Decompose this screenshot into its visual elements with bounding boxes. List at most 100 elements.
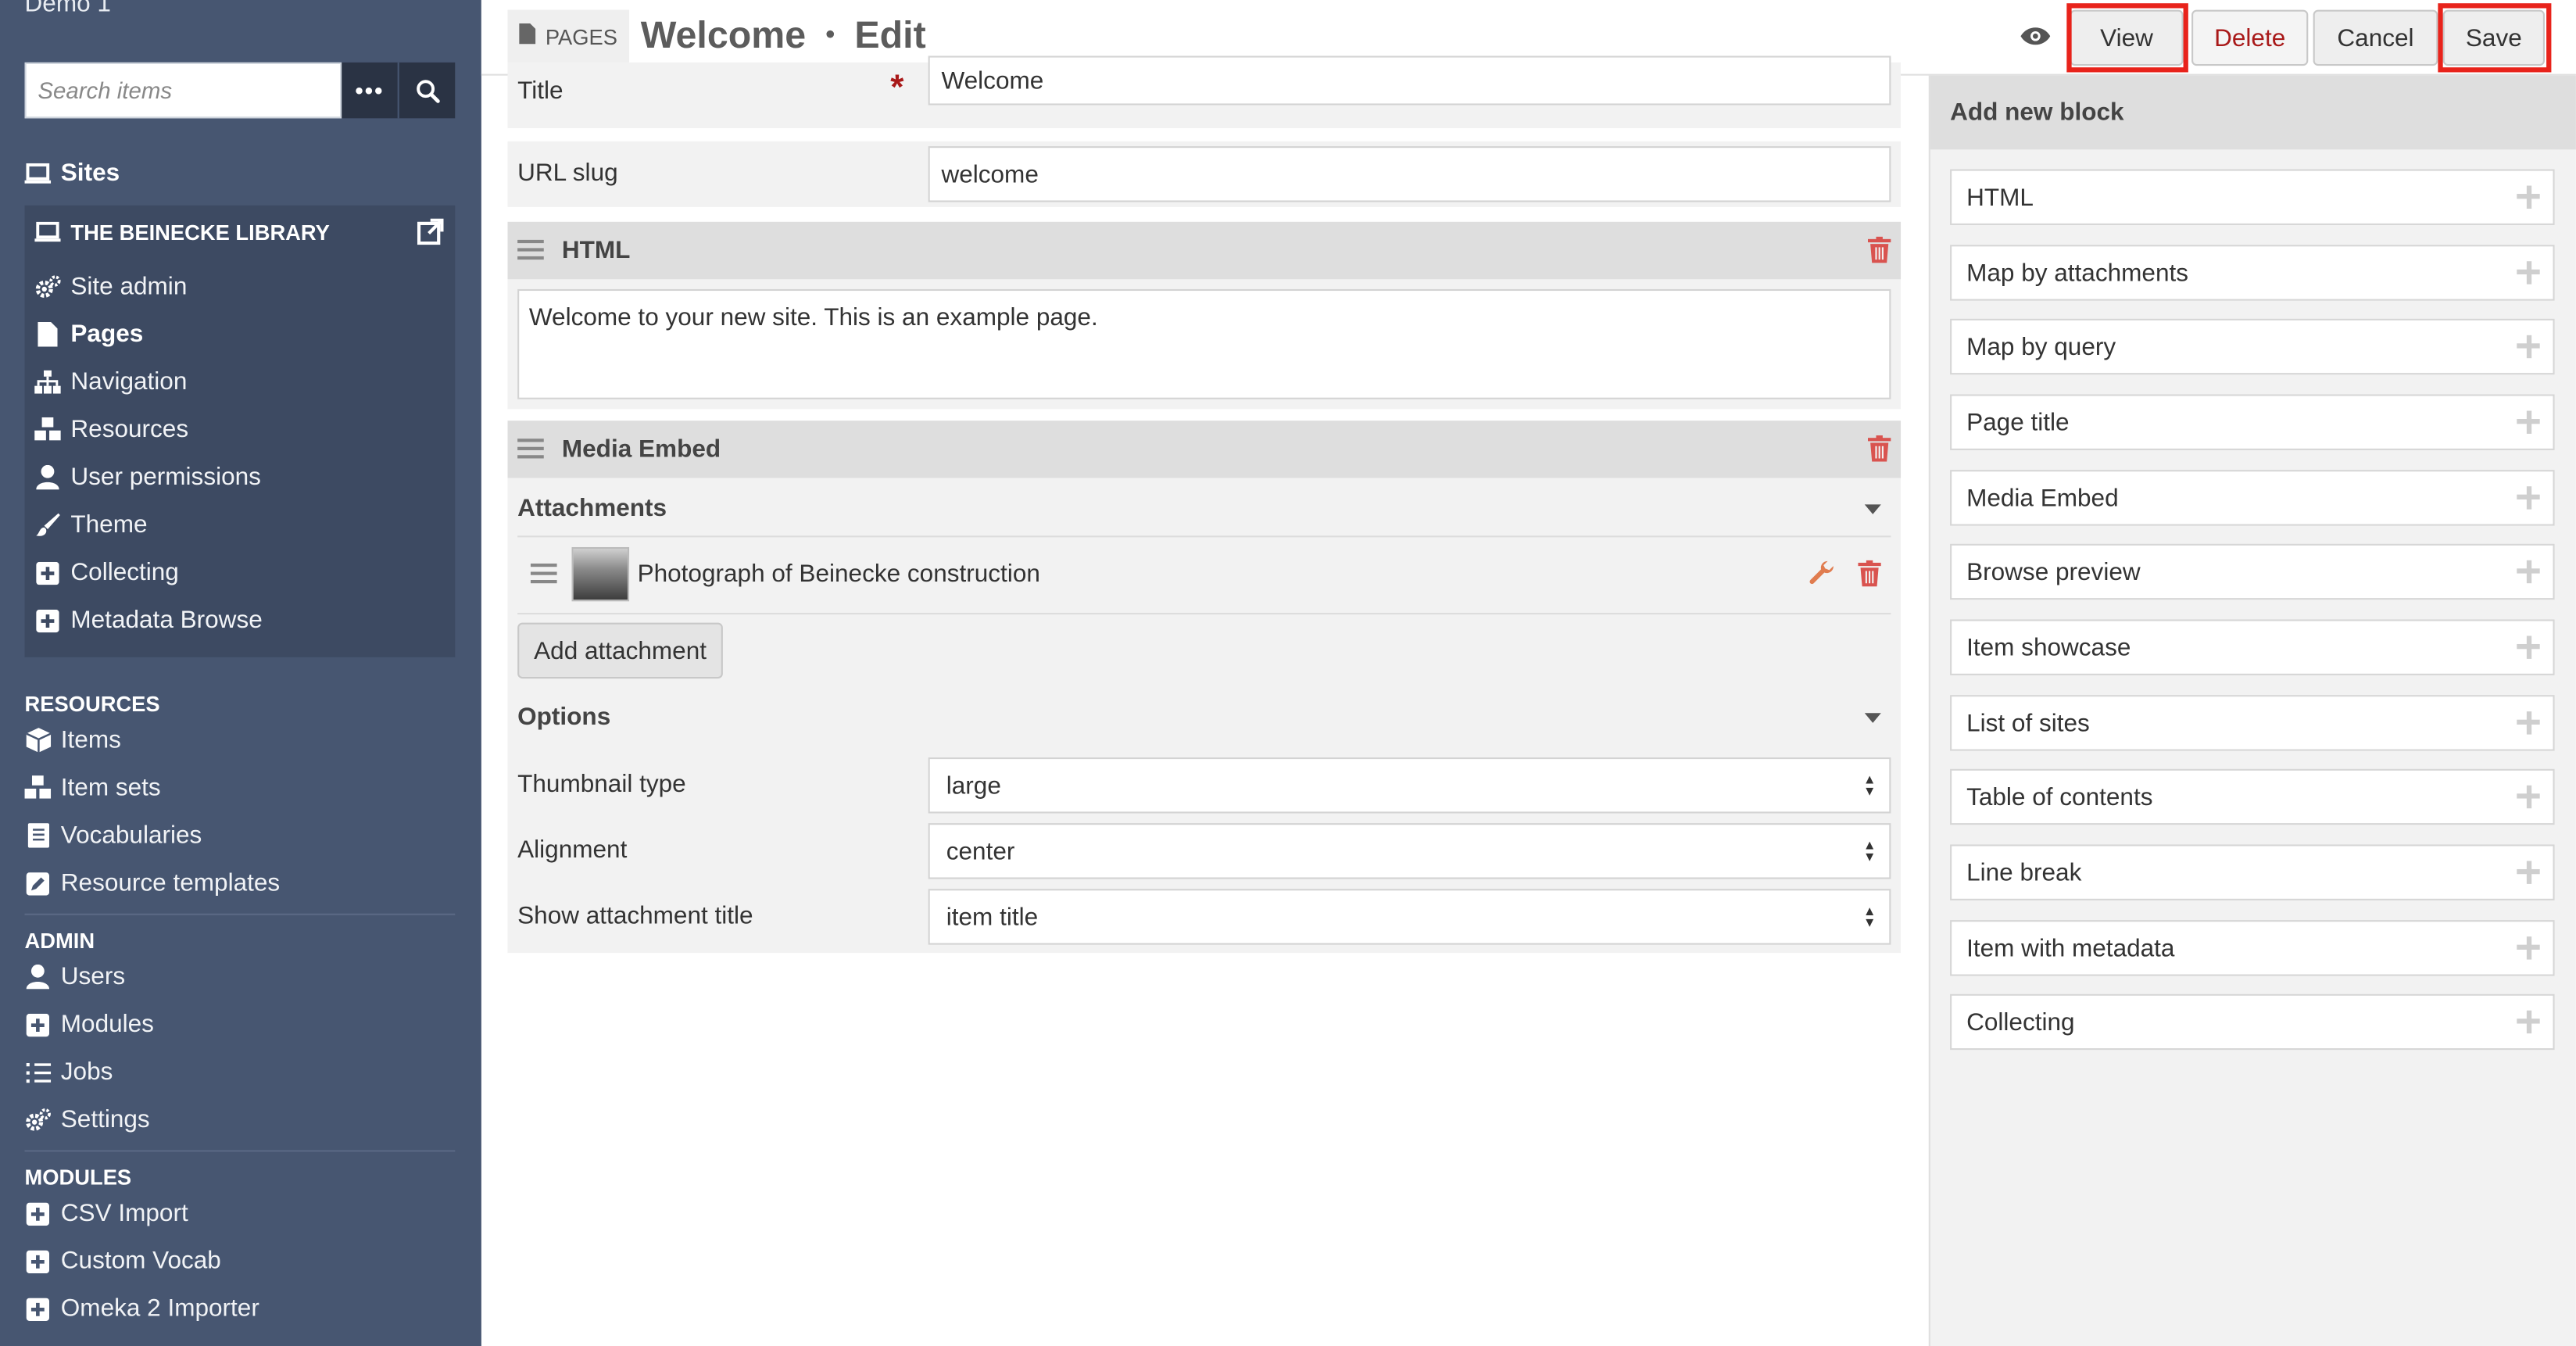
nav-vocabularies[interactable]: Vocabularies [25, 822, 202, 850]
nav-jobs[interactable]: Jobs [25, 1058, 113, 1086]
thumbnail-type-select[interactable]: large ▲ ▼ [928, 757, 1891, 814]
sidebar-divider [24, 913, 456, 915]
sites-link[interactable]: Sites [24, 159, 120, 188]
add-block-map-by-attachments[interactable]: Map by attachments [1950, 245, 2555, 301]
block-label: Item showcase [1966, 633, 2131, 662]
book-icon [25, 822, 52, 849]
site-nav-user-permissions[interactable]: User permissions [34, 464, 261, 491]
eye-icon[interactable] [2020, 25, 2051, 55]
nav-omeka2-importer[interactable]: Omeka 2 Importer [25, 1294, 259, 1323]
nav-items[interactable]: Items [25, 726, 121, 754]
add-block-collecting[interactable]: Collecting [1950, 993, 2555, 1051]
add-block-item-with-metadata[interactable]: Item with metadata [1950, 920, 2555, 976]
sidebar-divider [24, 1150, 456, 1152]
delete-button[interactable]: Delete [2191, 9, 2309, 66]
chevron-down-icon[interactable] [1864, 504, 1881, 514]
add-block-media-embed[interactable]: Media Embed [1950, 470, 2555, 526]
nav-custom-vocab[interactable]: Custom Vocab [25, 1247, 221, 1275]
plus-icon [2517, 185, 2540, 209]
block-label: Table of contents [1966, 782, 2153, 811]
cancel-button[interactable]: Cancel [2313, 9, 2438, 66]
advanced-search-button[interactable]: ••• [342, 62, 398, 119]
trash-icon[interactable] [1867, 435, 1891, 470]
nav-users[interactable]: Users [25, 963, 126, 991]
thumbnail-type-label: Thumbnail type [517, 770, 686, 799]
save-button-highlight [2438, 3, 2552, 73]
edit-square-icon [25, 870, 52, 897]
site-nav-pages[interactable]: Pages [34, 320, 143, 349]
slug-label: URL slug [517, 159, 618, 188]
page-title-text: Welcome [640, 13, 807, 56]
cubes-icon [34, 417, 61, 443]
section-badge: PAGES [507, 9, 629, 63]
plus-square-icon [25, 1201, 52, 1227]
add-block-line-break[interactable]: Line break [1950, 844, 2555, 900]
block-label: Collecting [1966, 1008, 2075, 1036]
search-icon [416, 79, 439, 102]
add-block-page-title[interactable]: Page title [1950, 394, 2555, 450]
site-nav-site-admin[interactable]: Site admin [34, 273, 187, 301]
nav-label: Vocabularies [60, 822, 202, 850]
select-arrows-icon: ▲ ▼ [1862, 904, 1877, 930]
slug-input[interactable]: welcome [928, 146, 1891, 202]
add-block-browse-preview[interactable]: Browse preview [1950, 543, 2555, 600]
attachment-title: Photograph of Beinecke construction [637, 560, 1040, 589]
select-value: item title [946, 903, 1039, 931]
options-heading: Options [517, 703, 611, 732]
cube-icon [25, 727, 52, 754]
site-nav-label: Site admin [70, 272, 188, 301]
plus-icon [2517, 785, 2540, 809]
nav-resource-templates[interactable]: Resource templates [25, 869, 281, 897]
site-title-link[interactable]: THE BEINECKE LIBRARY [34, 219, 330, 245]
html-block-body: Welcome to your new site. This is an exa… [507, 279, 1902, 410]
add-block-map-by-query[interactable]: Map by query [1950, 318, 2555, 375]
nav-label: Users [60, 962, 126, 991]
add-block-html[interactable]: HTML [1950, 169, 2555, 225]
plus-icon [2517, 335, 2540, 359]
title-input[interactable]: Welcome [928, 55, 1891, 106]
search-button[interactable] [397, 62, 456, 119]
search-input[interactable] [24, 62, 342, 119]
add-block-list-of-sites[interactable]: List of sites [1950, 695, 2555, 751]
attachment-thumbnail [571, 546, 630, 602]
nav-settings[interactable]: Settings [25, 1105, 150, 1134]
file-icon [34, 321, 61, 348]
site-nav-label: Collecting [70, 558, 179, 587]
plus-icon [2517, 936, 2540, 960]
site-nav-label: Metadata Browse [70, 606, 263, 635]
site-nav-collecting[interactable]: Collecting [34, 558, 179, 587]
add-block-table-of-contents[interactable]: Table of contents [1950, 768, 2555, 825]
add-block-item-showcase[interactable]: Item showcase [1950, 619, 2555, 675]
add-attachment-button[interactable]: Add attachment [517, 622, 724, 679]
wrench-icon[interactable] [1809, 560, 1835, 595]
add-block-panel: Add new block HTML Map by attachments Ma… [1928, 75, 2576, 1346]
page-action-text: Edit [854, 13, 926, 56]
laptop-icon [34, 219, 61, 245]
nav-modules[interactable]: Modules [25, 1011, 154, 1038]
drag-handle-icon[interactable] [517, 439, 544, 464]
site-nav-metadata-browse[interactable]: Metadata Browse [34, 606, 263, 635]
site-nav-resources[interactable]: Resources [34, 416, 188, 444]
html-content-textarea[interactable]: Welcome to your new site. This is an exa… [517, 288, 1891, 399]
plus-square-icon [25, 1011, 52, 1038]
nav-item-sets[interactable]: Item sets [24, 774, 161, 802]
drag-handle-icon[interactable] [530, 563, 557, 589]
site-nav-navigation[interactable]: Navigation [34, 368, 187, 396]
show-attachment-title-select[interactable]: item title ▲ ▼ [928, 889, 1891, 945]
sites-label: Sites [60, 159, 120, 188]
nav-csv-import[interactable]: CSV Import [25, 1199, 188, 1227]
attachments-heading: Attachments [517, 494, 667, 523]
trash-icon[interactable] [1858, 560, 1881, 595]
trash-icon[interactable] [1867, 236, 1891, 271]
cubes-icon [24, 775, 52, 801]
nav-label: Resource templates [60, 868, 281, 897]
chevron-down-icon[interactable] [1864, 713, 1881, 723]
external-link-icon[interactable] [417, 218, 444, 253]
site-nav-theme[interactable]: Theme [34, 511, 148, 539]
drag-handle-icon[interactable] [517, 239, 544, 265]
alignment-select[interactable]: center ▲ ▼ [928, 823, 1891, 879]
install-name[interactable]: Demo 1 [25, 0, 111, 18]
select-value: large [946, 771, 1001, 800]
plus-icon [2517, 861, 2540, 884]
nav-label: Settings [60, 1105, 150, 1134]
